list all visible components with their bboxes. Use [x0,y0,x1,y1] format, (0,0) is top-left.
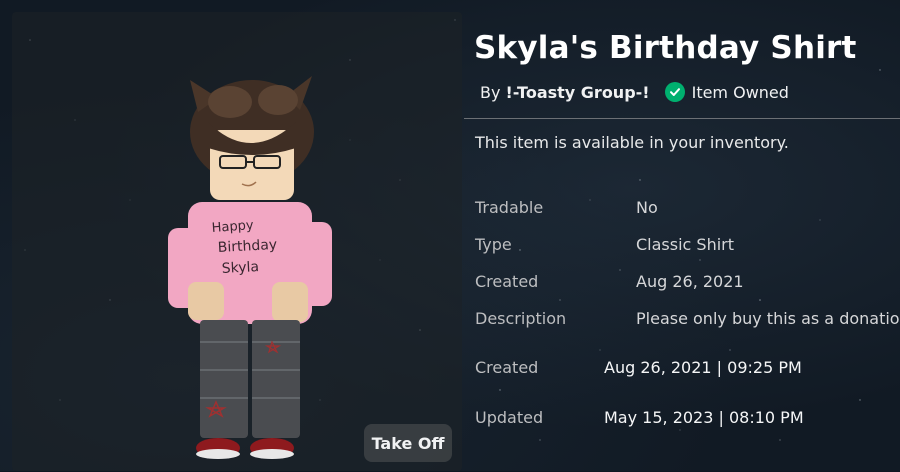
avatar-preview-panel[interactable]: Happy Birthday Skyla [12,12,462,471]
detail-row-description: Description Please only buy this as a do… [475,309,900,328]
creator-link[interactable]: !-Toasty Group-! [505,83,649,102]
timestamp-value: May 15, 2023 | 08:10 PM [604,408,804,427]
detail-row-tradable: Tradable No [475,198,658,217]
detail-value: Aug 26, 2021 [636,272,744,291]
detail-value: Classic Shirt [636,235,735,254]
timestamp-row-updated: Updated May 15, 2023 | 08:10 PM [475,408,804,427]
check-circle-icon [664,82,685,102]
shirt-text-line-1: Happy [211,218,254,236]
shirt-text-line-2: Birthday [217,237,277,256]
detail-label: Tradable [475,198,544,217]
item-owned-label: Item Owned [691,82,789,102]
item-owned-status: Item Owned [664,82,789,102]
header-divider [464,118,900,119]
item-byline: By !-Toasty Group-! Item Owned [480,82,789,102]
take-off-button[interactable]: Take Off [364,424,452,462]
item-title: Skyla's Birthday Shirt [474,30,857,66]
shirt-text-line-3: Skyla [221,259,259,277]
detail-value: Please only buy this as a donation [636,309,900,328]
avatar-pants [200,320,248,438]
detail-label: Description [475,309,567,328]
timestamp-label: Updated [475,408,544,427]
detail-value: No [636,198,658,217]
detail-label: Created [475,272,539,291]
detail-row-created: Created Aug 26, 2021 [475,272,744,291]
avatar-figure: Happy Birthday Skyla [168,76,332,459]
timestamp-row-created: Created Aug 26, 2021 | 09:25 PM [475,358,802,377]
availability-message: This item is available in your inventory… [475,133,789,152]
detail-row-type: Type Classic Shirt [475,235,734,254]
timestamp-label: Created [475,358,539,377]
detail-label: Type [475,235,512,254]
timestamp-value: Aug 26, 2021 | 09:25 PM [604,358,802,377]
by-prefix: By [480,82,501,102]
